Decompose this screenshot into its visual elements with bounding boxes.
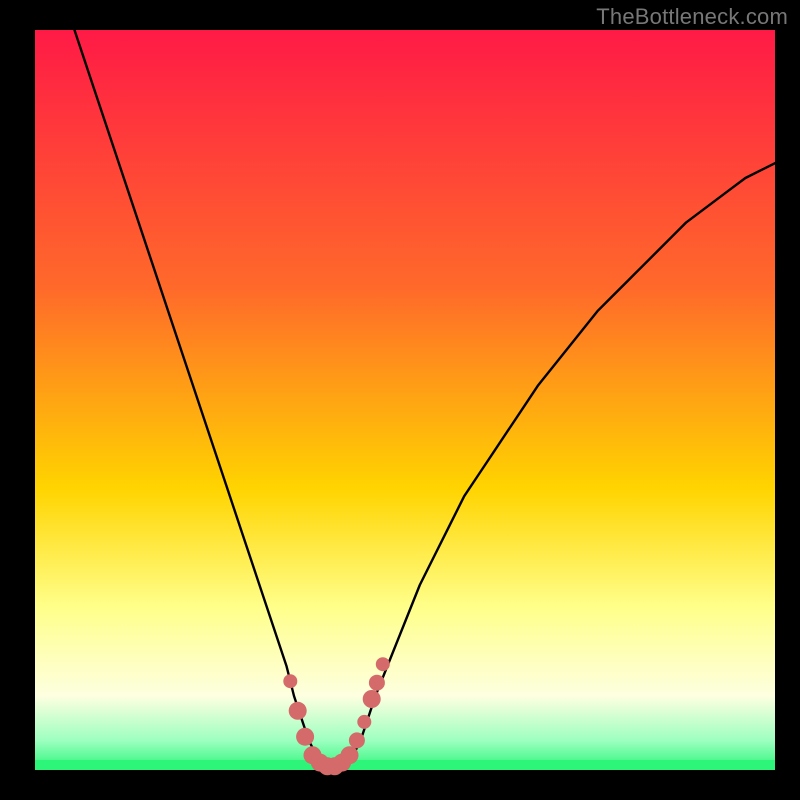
chart-frame: TheBottleneck.com <box>0 0 800 800</box>
curve-marker <box>376 657 390 671</box>
plot-background <box>35 30 775 770</box>
curve-marker <box>296 728 314 746</box>
green-band <box>35 760 775 770</box>
curve-marker <box>369 675 385 691</box>
curve-marker <box>283 674 297 688</box>
bottleneck-chart <box>0 0 800 800</box>
curve-marker <box>349 732 365 748</box>
curve-marker <box>341 746 359 764</box>
curve-marker <box>357 715 371 729</box>
curve-marker <box>289 702 307 720</box>
curve-marker <box>363 690 381 708</box>
